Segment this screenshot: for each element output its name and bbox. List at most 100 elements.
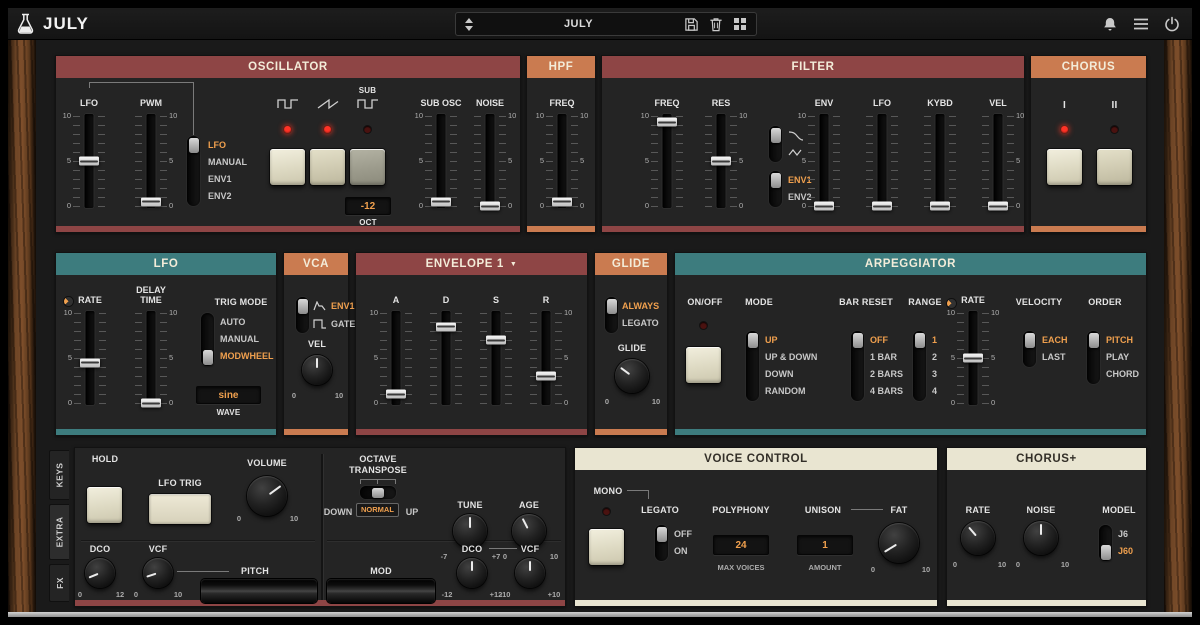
slider-body[interactable]: 10 5 0 — [697, 111, 745, 211]
glide-mode-switch[interactable] — [605, 297, 618, 333]
mod-dco-knob[interactable] — [457, 558, 487, 588]
switch-option[interactable]: PLAY — [1106, 353, 1139, 362]
sub-wave-button[interactable] — [350, 149, 385, 185]
switch-option[interactable]: 3 — [932, 370, 937, 379]
slider-handle[interactable] — [872, 202, 892, 211]
filter-vel-slider[interactable]: VEL 10 5 0 — [974, 89, 1022, 213]
slider-body[interactable]: 10 5 0 — [974, 111, 1022, 211]
switch-option[interactable]: 2 BARS — [870, 370, 903, 379]
slider-body[interactable]: 10 5 0 — [417, 111, 465, 211]
slider-handle[interactable] — [431, 197, 451, 206]
slider-body[interactable]: 10 5 0 — [66, 308, 114, 408]
slider-handle[interactable] — [141, 399, 161, 408]
save-preset-button[interactable] — [684, 17, 699, 32]
envelope-dropdown-icon[interactable] — [510, 261, 518, 268]
switch-option[interactable]: 4 — [932, 387, 937, 396]
slider-body[interactable]: 10 5 0 10 5 0 — [949, 308, 997, 408]
tab-extra[interactable]: EXTRA — [49, 504, 69, 560]
preset-browser-button[interactable] — [733, 17, 747, 31]
preset-up-icon[interactable] — [465, 18, 473, 23]
trig-mode-switch[interactable] — [201, 313, 214, 366]
lfo-wave-display[interactable]: sine — [196, 386, 261, 404]
switch-option[interactable]: CHORD — [1106, 370, 1139, 379]
hold-button[interactable] — [87, 487, 122, 523]
preset-spinner[interactable] — [465, 18, 473, 31]
lfo-delay-slider[interactable]: DELAY TIME 10 5 0 — [127, 286, 175, 410]
preset-bar[interactable]: JULY — [455, 12, 757, 36]
age-knob[interactable] — [512, 514, 546, 548]
arp-mode-switch[interactable] — [746, 331, 759, 401]
slider-body[interactable]: 10 5 0 — [800, 111, 848, 211]
switch-option[interactable]: UP — [765, 336, 817, 345]
switch-knob[interactable] — [1025, 333, 1035, 348]
unison-display[interactable]: 1 — [797, 535, 853, 555]
switch-knob[interactable] — [298, 299, 308, 314]
slider-handle[interactable] — [552, 197, 572, 206]
slider-body[interactable] — [916, 111, 964, 211]
switch-knob[interactable] — [1089, 333, 1099, 348]
arp-bar-reset-switch[interactable] — [851, 331, 864, 401]
slider-body[interactable]: 10 5 0 — [522, 308, 570, 408]
model-switch[interactable] — [1099, 525, 1112, 561]
preset-name[interactable]: JULY — [483, 18, 674, 30]
switch-knob[interactable] — [203, 350, 213, 365]
slider-body[interactable] — [858, 111, 906, 211]
noise-slider[interactable]: NOISE 10 5 0 — [466, 89, 514, 213]
switch-knob[interactable] — [771, 128, 781, 143]
chorus-2-button[interactable] — [1097, 149, 1132, 185]
switch-option[interactable]: 1 — [932, 336, 937, 345]
fat-knob[interactable] — [879, 523, 919, 563]
switch-knob[interactable] — [853, 333, 863, 348]
pwm-source-switch[interactable] — [187, 136, 200, 206]
switch-option[interactable]: MANUAL — [220, 335, 274, 344]
switch-option[interactable]: UP — [401, 508, 423, 517]
slider-handle[interactable] — [963, 354, 983, 363]
switch-knob[interactable] — [748, 333, 758, 348]
switch-option[interactable]: EACH — [1042, 336, 1068, 345]
slider-handle[interactable] — [814, 202, 834, 211]
env-attack-slider[interactable]: A 10 5 0 — [372, 286, 420, 410]
env-decay-slider[interactable]: D — [422, 286, 470, 410]
filter-lfo-slider[interactable]: LFO — [858, 89, 906, 213]
oct-display[interactable]: -12 — [345, 197, 391, 215]
slider-handle[interactable] — [480, 202, 500, 211]
slider-body[interactable] — [422, 308, 470, 408]
switch-option[interactable]: ON — [674, 547, 692, 556]
osc-pwm-slider[interactable]: PWM 10 5 0 — [127, 89, 175, 213]
switch-option[interactable]: 4 BARS — [870, 387, 903, 396]
switch-option[interactable]: LAST — [1042, 353, 1068, 362]
switch-knob[interactable] — [607, 299, 617, 314]
pitch-ribbon[interactable] — [201, 579, 317, 603]
switch-option[interactable]: ENV2 — [208, 192, 247, 201]
octave-transpose-switch[interactable] — [360, 486, 396, 499]
chorus-rate-knob[interactable] — [961, 521, 995, 555]
switch-knob[interactable] — [372, 488, 384, 498]
glide-knob[interactable] — [615, 359, 649, 393]
switch-option[interactable]: RANDOM — [765, 387, 817, 396]
tab-label[interactable]: EXTRA — [55, 517, 65, 548]
filter-kybd-slider[interactable]: KYBD — [916, 89, 964, 213]
osc-lfo-slider[interactable]: LFO 10 5 0 — [65, 89, 113, 213]
pulse-wave-button[interactable] — [270, 149, 305, 185]
slider-handle[interactable] — [988, 202, 1008, 211]
tab-keys[interactable]: KEYS — [49, 450, 69, 500]
lfo-trig-button[interactable] — [149, 494, 211, 524]
filter-freq-slider[interactable]: FREQ 10 5 0 — [643, 89, 691, 213]
switch-option[interactable]: GATE — [331, 320, 355, 329]
switch-option[interactable]: LFO — [208, 141, 247, 150]
filter-env-slider[interactable]: ENV 10 5 0 — [800, 89, 848, 213]
slider-handle[interactable] — [80, 358, 100, 367]
lfo-rate-slider[interactable]: RATE 10 5 0 — [66, 286, 114, 410]
switch-option[interactable]: J6 — [1118, 530, 1133, 539]
switch-option[interactable]: OFF — [674, 530, 692, 539]
tab-label[interactable]: KEYS — [55, 463, 65, 488]
filter-res-slider[interactable]: RES 10 5 0 — [697, 89, 745, 213]
switch-option[interactable]: ALWAYS — [622, 302, 659, 311]
switch-option[interactable]: 2 — [932, 353, 937, 362]
slider-body[interactable] — [472, 308, 520, 408]
vcf-bend-knob[interactable] — [143, 558, 173, 588]
mono-button[interactable] — [589, 529, 624, 565]
saw-wave-button[interactable] — [310, 149, 345, 185]
slider-handle[interactable] — [436, 322, 456, 331]
slider-handle[interactable] — [79, 157, 99, 166]
